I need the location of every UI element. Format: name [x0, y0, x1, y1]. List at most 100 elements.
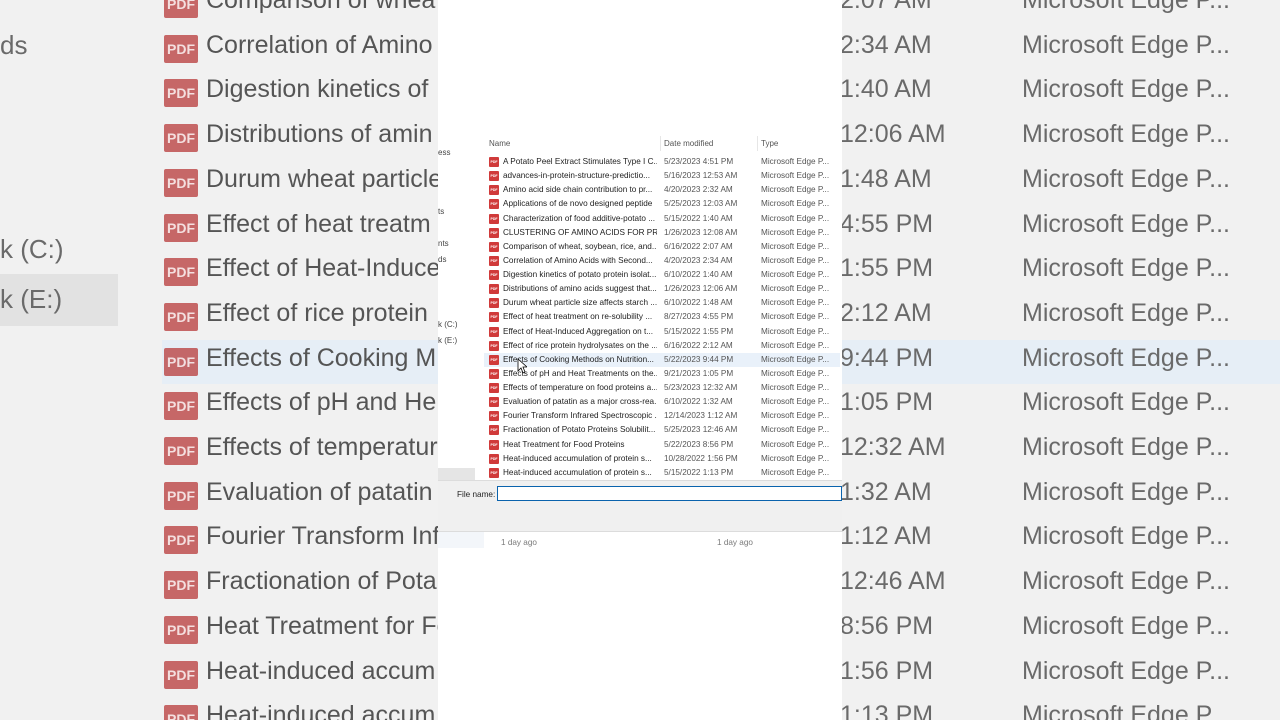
file-name: A Potato Peel Extract Stimulates Type I … — [503, 157, 657, 166]
file-row[interactable]: PDF advances-in-protein-structure-predict… — [484, 169, 840, 183]
file-name: Evaluation of patatin as a major cross-r… — [503, 397, 657, 407]
file-row[interactable]: PDF Distributions of amino acids suggest … — [484, 282, 840, 296]
file-row[interactable]: PDF Effect of heat treatment on re-solubi… — [484, 310, 840, 324]
pdf-file-icon: PDF — [164, 258, 198, 287]
column-header-type[interactable]: Type — [761, 139, 778, 148]
background-file-name: Effect of rice protein — [206, 298, 428, 327]
background-file-type: Microsoft Edge P... — [1022, 120, 1230, 149]
background-nav-item: k (E:) — [0, 284, 63, 314]
pdf-file-icon: PDF — [164, 615, 198, 644]
background-file-time: 1:05 PM — [840, 388, 934, 417]
pdf-file-icon: PDF — [164, 124, 198, 153]
file-row[interactable]: PDF Comparison of wheat, soybean, rice, a… — [484, 240, 840, 254]
background-file-type: Microsoft Edge P... — [1022, 209, 1230, 238]
file-row[interactable]: PDF Heat-induced accumulation of protein … — [484, 452, 840, 466]
file-row[interactable]: PDF Digestion kinetics of potato protein … — [484, 268, 840, 282]
background-file-time: 2:12 AM — [840, 298, 932, 327]
pdf-file-icon: PDF — [489, 354, 499, 365]
nav-item-drive-e[interactable]: k (E:) — [438, 336, 457, 345]
pdf-file-icon: PDF — [489, 439, 499, 450]
background-nav: ds k (C:) k (E:) — [0, 0, 118, 720]
pdf-file-icon: PDF — [489, 383, 499, 394]
file-row[interactable]: PDF Effects of pH and Heat Treatments on … — [484, 367, 840, 381]
file-type: Microsoft Edge P... — [761, 312, 830, 322]
pdf-file-icon: PDF — [164, 660, 198, 689]
pdf-file-icon: PDF — [489, 185, 499, 196]
background-file-name: Fractionation of Pota — [206, 567, 437, 596]
file-row[interactable]: PDF Durum wheat particle size affects sta… — [484, 296, 840, 310]
file-row[interactable]: PDF Correlation of Amino Acids with Secon… — [484, 254, 840, 268]
column-header-date[interactable]: Date modified — [664, 139, 713, 148]
nav-item-drive-c[interactable]: k (C:) — [438, 320, 458, 329]
background-file-name: Digestion kinetics of — [206, 75, 429, 104]
pdf-file-icon: PDF — [489, 213, 499, 224]
file-row[interactable]: PDF Effects of temperature on food protei… — [484, 381, 840, 395]
column-header-name[interactable]: Name — [489, 139, 510, 148]
file-type: Microsoft Edge P... — [761, 354, 830, 364]
file-date-modified: 6/10/2022 1:32 AM — [664, 397, 733, 407]
mouse-cursor-icon — [517, 358, 527, 374]
file-type: Microsoft Edge P... — [761, 227, 830, 237]
background-nav-item: k (C:) — [0, 234, 64, 264]
background-file-name: Evaluation of patatin — [206, 477, 433, 506]
file-date-modified: 10/28/2022 1:56 PM — [664, 453, 738, 463]
file-type: Microsoft Edge P... — [761, 425, 830, 435]
file-row[interactable]: PDF Effect of rice protein hydrolysates o… — [484, 339, 840, 353]
nav-item-documents[interactable]: ts — [438, 207, 444, 216]
file-date-modified: 5/22/2023 9:44 PM — [664, 354, 734, 364]
file-row[interactable]: PDF Effect of Heat-Induced Aggregation on… — [484, 325, 840, 339]
column-header-row: Name Date modified Type — [484, 136, 842, 151]
file-row[interactable]: PDF Amino acid side chain contribution to… — [484, 183, 840, 197]
file-row[interactable]: PDF Characterization of food additive-pot… — [484, 212, 840, 226]
background-file-time: 1:32 AM — [840, 477, 932, 506]
background-file-name: Correlation of Amino — [206, 30, 433, 59]
file-date-modified: 5/15/2022 1:40 AM — [664, 213, 733, 223]
file-date-modified: 5/15/2022 1:55 PM — [664, 326, 734, 336]
file-date-modified: 9/21/2023 1:05 PM — [664, 368, 734, 378]
file-name-label: File name: — [457, 490, 496, 499]
background-file-name: Distributions of amin — [206, 120, 433, 149]
nav-item-downloads[interactable]: ds — [438, 255, 446, 264]
file-row[interactable]: PDF Fourier Transform Infrared Spectrosco… — [484, 409, 840, 423]
file-row[interactable]: PDF CLUSTERING OF AMINO ACIDS FOR PRO... 1… — [484, 226, 840, 240]
file-row[interactable]: PDF Fractionation of Potato Proteins Solu… — [484, 423, 840, 437]
file-row[interactable]: PDF Evaluation of patatin as a major cros… — [484, 395, 840, 409]
file-name: Applications of de novo designed peptide — [503, 199, 653, 209]
file-row[interactable]: PDF A Potato Peel Extract Stimulates Type… — [484, 155, 840, 169]
pdf-file-icon: PDF — [489, 157, 499, 167]
file-name: Heat-induced accumulation of protein s..… — [503, 467, 652, 477]
file-type: Microsoft Edge P... — [761, 241, 830, 251]
background-file-type: Microsoft Edge P... — [1022, 656, 1230, 685]
file-type: Microsoft Edge P... — [761, 340, 830, 350]
pdf-file-icon: PDF — [164, 79, 198, 108]
file-name-input[interactable] — [497, 486, 842, 501]
background-file-time: 12:06 AM — [840, 120, 946, 149]
background-file-time: 1:56 PM — [840, 656, 934, 685]
file-name: advances-in-protein-structure-predictio.… — [503, 171, 650, 181]
file-type: Microsoft Edge P... — [761, 439, 830, 449]
file-row[interactable]: PDF Applications of de novo designed pept… — [484, 197, 840, 211]
background-modified-text: 1 day ago — [717, 538, 753, 547]
pdf-file-icon: PDF — [489, 368, 499, 379]
pdf-file-icon: PDF — [489, 199, 499, 210]
background-nav-item: ds — [0, 30, 28, 60]
pdf-file-icon: PDF — [489, 397, 499, 408]
file-row[interactable]: PDF Heat-induced accumulation of protein … — [484, 466, 840, 480]
background-file-time: 1:12 AM — [840, 522, 932, 551]
background-file-type: Microsoft Edge P... — [1022, 522, 1230, 551]
file-name: Effect of rice protein hydrolysates on t… — [503, 340, 657, 350]
background-file-name: Durum wheat particle — [206, 164, 443, 193]
pdf-file-icon: PDF — [489, 411, 499, 422]
pdf-file-icon: PDF — [489, 298, 499, 309]
file-type: Microsoft Edge P... — [761, 171, 830, 181]
nav-item-attachments[interactable]: nts — [438, 239, 449, 248]
file-row[interactable]: PDF Effects of Cooking Methods on Nutriti… — [484, 352, 840, 367]
background-file-type: Microsoft Edge P... — [1022, 75, 1230, 104]
background-file-time: 1:40 AM — [840, 75, 932, 104]
pdf-file-icon: PDF — [164, 392, 198, 421]
file-row[interactable]: PDF Heat Treatment for Food Proteins 5/22/… — [484, 438, 840, 452]
nav-item-access[interactable]: ess — [438, 148, 450, 157]
file-type: Microsoft Edge P... — [761, 453, 830, 463]
background-file-time: 9:44 PM — [840, 343, 934, 372]
background-file-time: 1:55 PM — [840, 254, 934, 283]
